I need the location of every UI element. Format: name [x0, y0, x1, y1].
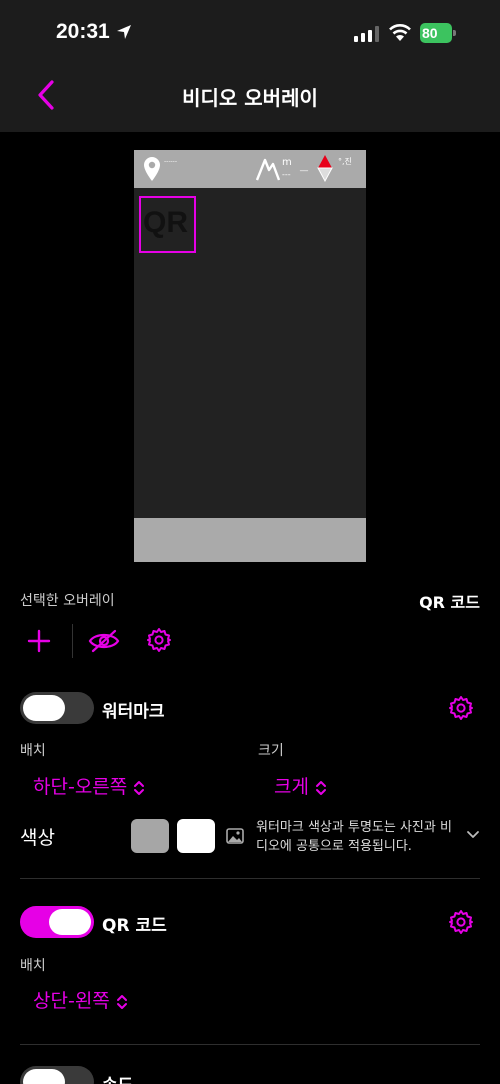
- page-title: 비디오 오버레이: [182, 86, 318, 110]
- watermark-size-value: 크게: [274, 776, 309, 798]
- color-swatch-white[interactable]: [177, 819, 215, 853]
- qr-toggle[interactable]: [20, 906, 94, 938]
- watermark-placement-label: 배치: [20, 743, 46, 759]
- preview-top-bar: ------ m --- __ °,진: [134, 150, 366, 188]
- hide-overlay-button[interactable]: [88, 628, 120, 654]
- chevron-updown-icon: [134, 780, 145, 795]
- cellular-signal-icon: [354, 26, 379, 42]
- preview-bottom-bar: [134, 518, 366, 562]
- status-bar: 20:31 80: [0, 0, 500, 64]
- watermark-size-picker[interactable]: 크게: [274, 772, 327, 799]
- nav-bar: 비디오 오버레이: [0, 64, 500, 132]
- preview-altitude-value: ---: [282, 170, 291, 179]
- mountain-icon: [256, 158, 280, 181]
- location-pin-icon: [144, 157, 160, 181]
- section-divider: [20, 1044, 480, 1045]
- qr-placement-value: 상단-왼쪽: [33, 990, 110, 1012]
- preview-heading-text: °,진: [338, 157, 352, 166]
- watermark-toggle[interactable]: [20, 692, 94, 724]
- section-divider: [20, 878, 480, 879]
- compass-icon: [317, 155, 333, 182]
- watermark-placement-picker[interactable]: 하단-오른쪽: [33, 772, 145, 799]
- chevron-down-icon[interactable]: [466, 830, 480, 840]
- overlay-settings-button[interactable]: [146, 627, 172, 653]
- speed-label: 속도: [102, 1071, 133, 1084]
- watermark-settings-button[interactable]: [448, 695, 474, 721]
- watermark-label: 워터마크: [102, 702, 165, 722]
- wifi-icon: [389, 24, 411, 41]
- watermark-color-label: 색상: [20, 827, 55, 849]
- qr-overlay-box[interactable]: QR: [139, 196, 196, 253]
- status-time: 20:31: [56, 20, 110, 43]
- add-overlay-button[interactable]: [26, 628, 52, 654]
- preview-location-text: ------: [164, 158, 177, 165]
- qr-label: QR 코드: [102, 916, 167, 936]
- battery-icon: 80: [420, 23, 456, 43]
- qr-settings-button[interactable]: [448, 909, 474, 935]
- selected-overlay-label: 선택한 오버레이: [20, 593, 115, 609]
- color-swatch-gray[interactable]: [131, 819, 169, 853]
- qr-placeholder-text: QR: [143, 206, 188, 239]
- battery-level: 80: [422, 25, 438, 41]
- location-arrow-icon: [117, 25, 131, 39]
- preview-altitude-extra: __: [300, 162, 308, 171]
- overlay-preview: ------ m --- __ °,진 QR: [134, 150, 366, 562]
- watermark-placement-value: 하단-오른쪽: [33, 776, 128, 798]
- qr-placement-label: 배치: [20, 958, 46, 974]
- speed-toggle[interactable]: [20, 1066, 94, 1084]
- chevron-updown-icon: [116, 994, 127, 1009]
- qr-placement-picker[interactable]: 상단-왼쪽: [33, 986, 128, 1013]
- watermark-color-description: 워터마크 색상과 투명도는 사진과 비디오에 공통으로 적용됩니다.: [256, 820, 452, 854]
- chevron-updown-icon: [315, 780, 326, 795]
- preview-altitude-unit: m: [282, 157, 292, 168]
- toolbar-divider: [72, 624, 73, 658]
- watermark-size-label: 크기: [258, 743, 284, 759]
- image-icon[interactable]: [226, 828, 244, 844]
- selected-overlay-value: QR 코드: [419, 593, 480, 612]
